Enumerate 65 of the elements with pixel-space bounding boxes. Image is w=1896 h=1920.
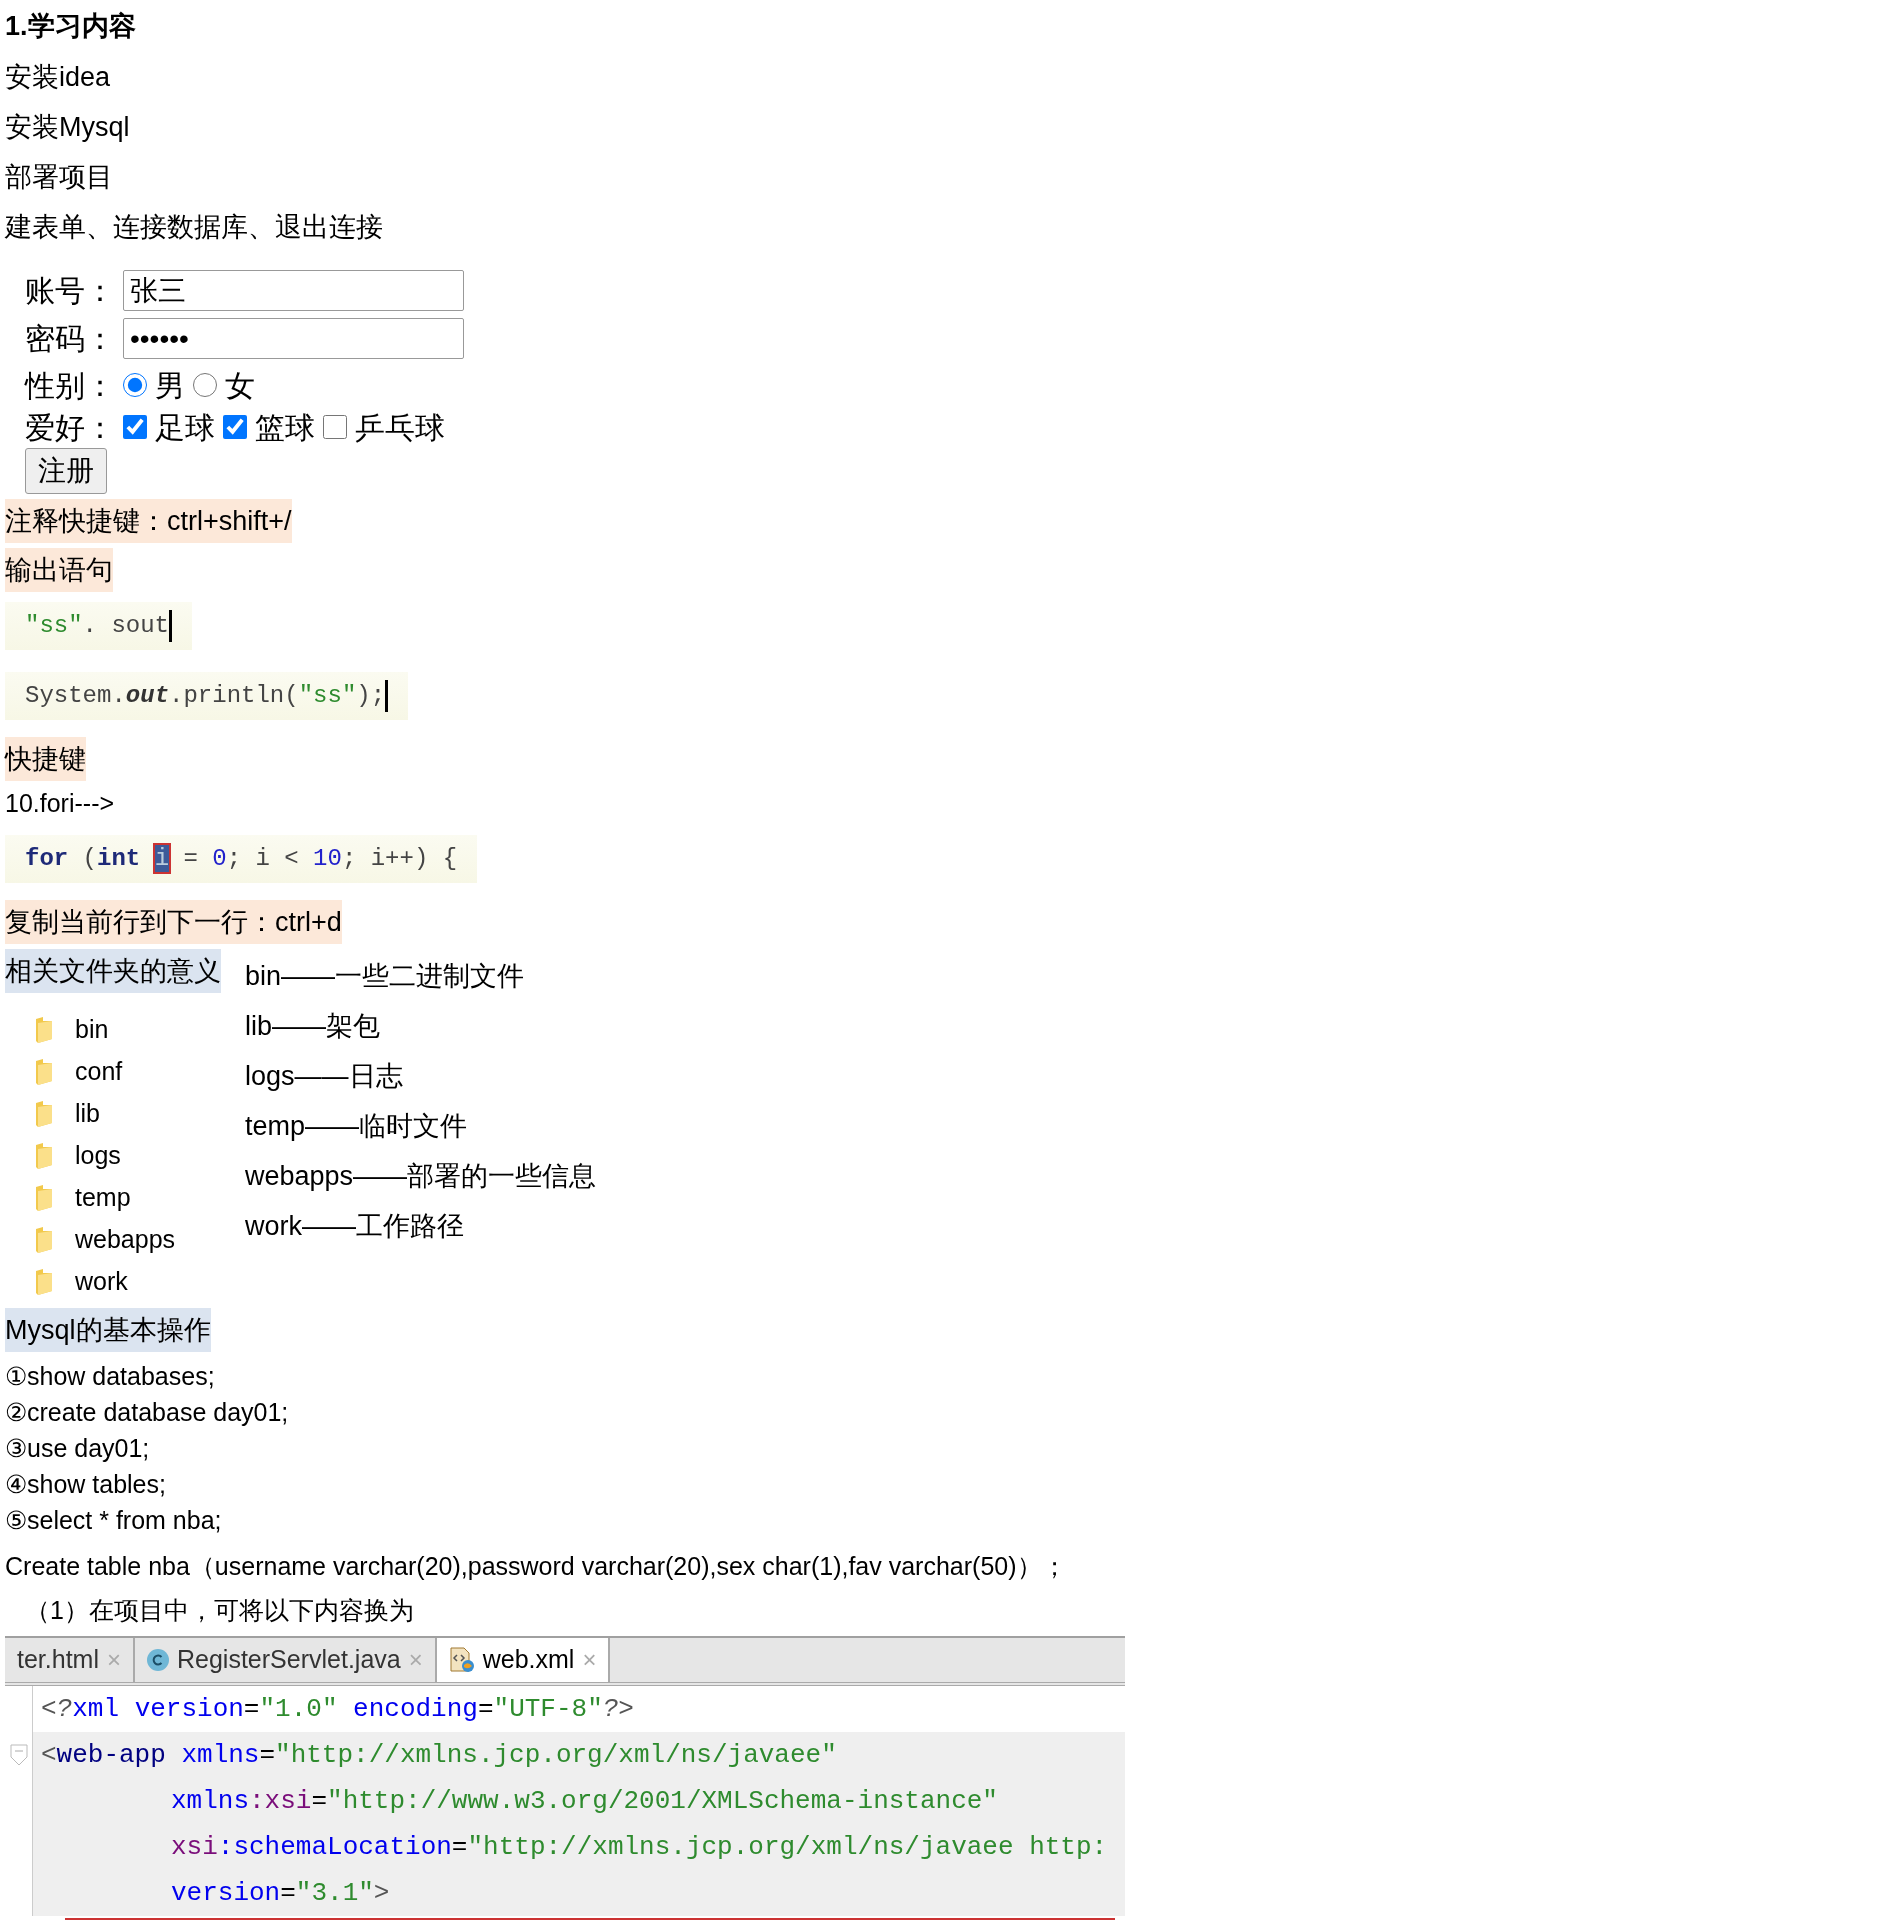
highlighted-note: 复制当前行到下一行：ctrl+d [5,900,342,944]
text-line: （1）在项目中，可将以下内容换为 [25,1596,414,1624]
highlighted-note: 相关文件夹的意义 [5,949,221,993]
field-label: 密码： [25,321,115,357]
command-text: ①show databases; [5,1362,215,1390]
folder-name: bin [75,1014,109,1046]
folder-icon [35,1059,53,1085]
folder-name: conf [75,1056,123,1088]
option-label: 篮球 [255,409,315,446]
register-button[interactable]: 注册 [25,448,107,494]
folder-description: webapps——部署的一些信息 [245,1161,597,1191]
folder-description: lib——架包 [245,1011,380,1041]
editor-tab[interactable]: ter.html × [5,1638,135,1682]
folder-icon [35,1101,53,1127]
code-line: ″ss″. sout [25,611,170,641]
step-text: 安装Mysql [5,112,130,142]
field-label: 爱好： [25,409,115,446]
text-line: Create table nba（username varchar(20),password varchar(20),sex char(1),fav varchar(50)）； [5,1552,1067,1580]
field-label: 性别： [25,367,115,404]
checkbox[interactable] [323,415,347,439]
input-field[interactable]: 张三 [123,270,464,311]
editor-tab[interactable]: web.xml × [436,1638,611,1682]
folder-description: logs——日志 [245,1061,403,1091]
folder-icon [35,1227,53,1253]
command-text: ⑤select * from nba; [5,1506,222,1534]
input-field[interactable]: •••••• [123,318,464,359]
command-text: ②create database day01; [5,1398,289,1426]
folder-description: work——工作路径 [245,1211,464,1241]
step-text: 建表单、连接数据库、退出连接 [5,212,383,242]
option-label: 男 [155,367,185,404]
highlighted-note: 快捷键 [5,737,86,781]
checkbox[interactable] [123,415,147,439]
folder-description: bin——一些二进制文件 [245,961,525,991]
folder-name: lib [75,1098,100,1130]
folder-icon [35,1269,53,1295]
command-text: ③use day01; [5,1434,150,1462]
option-label: 女 [225,367,255,404]
folder-icon [35,1185,53,1211]
folder-description: temp——临时文件 [245,1111,468,1141]
command-text: ④show tables; [5,1470,166,1498]
folder-name: webapps [75,1224,176,1256]
folder-icon [35,1143,53,1169]
option-label: 足球 [155,409,215,446]
highlighted-note: 输出语句 [5,548,113,592]
code-line: System.out.println(″ss″); [25,681,386,711]
step-text: 部署项目 [5,162,113,192]
highlighted-note: Mysql的基本操作 [5,1308,211,1352]
editor-tab[interactable]: RegisterServlet.java × [135,1638,437,1682]
folder-name: temp [75,1182,131,1214]
folder-name: work [75,1266,128,1298]
radio-button[interactable] [123,373,147,397]
code-line: <?xml version=″1.0″ encoding=″UTF-8″?> [40,1693,635,1726]
text-line: 10.fori---> [5,789,115,817]
xml-file-icon [448,1647,475,1673]
checkbox[interactable] [223,415,247,439]
heading: 1.学习内容 [5,10,137,43]
code-line: for (int i = 0; i < 10; i++) { [25,844,458,874]
folder-icon [35,1017,53,1043]
option-label: 乒乓球 [355,409,445,446]
class-icon [147,1649,169,1671]
radio-button[interactable] [193,373,217,397]
folder-name: logs [75,1140,121,1172]
highlighted-note: 注释快捷键：ctrl+shift+/ [5,499,292,543]
step-text: 安装idea [5,62,111,92]
field-label: 账号： [25,273,115,309]
